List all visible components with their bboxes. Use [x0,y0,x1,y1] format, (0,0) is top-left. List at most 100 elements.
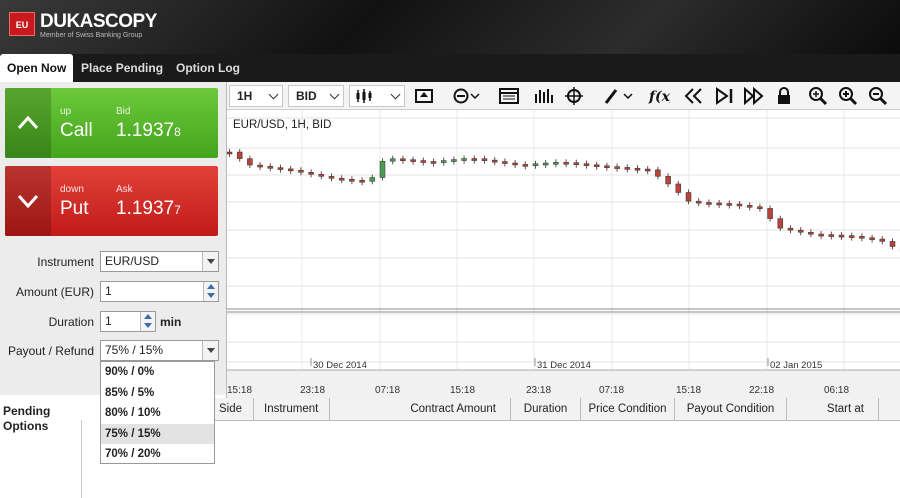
lock-icon[interactable] [773,86,795,106]
payout-value: 75% / 15% [105,343,164,357]
period-select[interactable]: 1H [229,85,283,107]
payout-option[interactable]: 80% / 10% [101,403,214,424]
payout-option[interactable]: 85% / 5% [101,383,214,404]
call-price-sub: 8 [174,125,181,139]
candle [583,163,590,166]
step-forward-icon[interactable] [713,86,735,106]
instrument-label: Instrument [37,255,94,269]
candle [338,177,345,181]
x-tick-label: 15:18 [676,385,701,396]
column-header-duration[interactable]: Duration [511,398,581,421]
amount-input[interactable]: 1 [100,281,219,302]
app-header: EU DUKASCOPY Member of Swiss Banking Gro… [0,0,900,54]
instrument-select[interactable]: EUR/USD [100,251,219,272]
indicator-icon[interactable] [451,86,481,106]
amount-value: 1 [105,284,112,298]
call-price-main: 1.1937 [116,120,175,141]
candle [573,162,580,165]
rewind-icon[interactable] [683,86,705,106]
payout-option[interactable]: 90% / 0% [101,362,214,383]
put-price-label: Ask [116,184,133,195]
price-type-select[interactable]: BID [288,85,344,107]
zoom-out-icon[interactable] [867,86,889,106]
amount-stepper[interactable] [203,282,218,301]
candle [604,165,610,168]
chart-title: EUR/USD, 1H, BID [233,119,332,131]
candle [665,176,671,185]
date-label: 30 Dec 2014 [313,360,367,371]
candle [267,166,274,169]
candle [420,160,427,163]
candle [359,179,365,183]
volume-bars-icon[interactable] [533,86,555,106]
candle [328,176,335,179]
pending-divider [81,420,82,498]
candle [481,158,488,161]
x-tick-label: 23:18 [300,385,325,396]
payout-select[interactable]: 75% / 15% [100,340,219,361]
amount-label: Amount (EUR) [15,285,94,299]
duration-unit: min [160,315,182,329]
column-header-price-condition[interactable]: Price Condition [581,398,675,421]
arrow-col [5,166,51,236]
candle [655,169,661,177]
payout-option-selected[interactable]: 75% / 15% [101,423,214,444]
candle [247,158,253,166]
candle [308,172,314,175]
duration-input[interactable]: 1 [100,311,156,332]
candle [848,235,855,238]
candle [828,234,835,237]
candle [838,234,845,238]
candle [542,162,549,166]
duration-row: Duration 1 min [0,311,226,333]
payout-option[interactable]: 70% / 20% [101,444,214,465]
pencil-icon[interactable] [603,86,635,106]
zoom-in-icon[interactable] [837,86,859,106]
x-tick-label: 22:18 [749,385,774,396]
column-header-payout-condition[interactable]: Payout Condition [675,398,787,421]
x-tick-label: 07:18 [599,385,624,396]
x-tick-label: 23:18 [526,385,551,396]
candle [889,241,896,247]
tab-place-pending[interactable]: Place Pending [74,54,170,82]
call-label: Call [60,120,93,141]
duration-stepper[interactable] [140,312,155,331]
column-header-side[interactable]: Side [215,398,254,421]
candle [593,164,600,167]
candle [685,192,692,202]
pending-options-title: Pending Options [3,404,50,434]
duration-label: Duration [48,315,94,329]
chevron-down-icon [268,89,279,100]
column-header-start-at[interactable]: Start at [787,398,879,421]
fullscreen-icon[interactable] [413,86,435,106]
candle [726,203,733,206]
candle [410,159,416,162]
logo-name: DUKASCOPY [40,11,157,32]
price-type-value: BID [296,89,317,103]
tab-option-log[interactable]: Option Log [169,54,247,82]
candle [491,159,498,163]
price-chart[interactable]: 15:18 23:18 07:18 15:18 23:18 07:18 15:18 22:18… [227,110,900,398]
call-button[interactable]: up Call Bid 1.19378 [5,88,218,158]
tab-open-now[interactable]: Open Now [0,54,74,82]
fast-forward-icon[interactable] [743,86,765,106]
chevron-down-icon[interactable] [202,252,218,271]
arrow-col [5,88,51,158]
candle [808,231,814,235]
chevron-down-icon[interactable] [202,341,218,360]
column-header-contract-amount[interactable]: Contract Amount [330,398,511,421]
logo-tagline: Member of Swiss Banking Group [40,32,143,39]
candle [532,163,539,167]
put-button[interactable]: down Put Ask 1.19377 [5,166,218,236]
chart-type-select[interactable] [349,85,405,107]
candle [818,233,824,237]
function-icon[interactable]: f(x) [648,86,670,106]
candle [400,158,406,161]
candle [318,174,325,177]
layout-icon[interactable] [498,86,520,106]
crosshair-icon[interactable] [563,86,585,106]
zoom-fit-icon[interactable] [807,86,829,106]
column-header-instrument[interactable]: Instrument [254,398,330,421]
call-direction: up [60,106,72,117]
tab-bar: Open Now Place Pending Option Log [0,54,900,82]
